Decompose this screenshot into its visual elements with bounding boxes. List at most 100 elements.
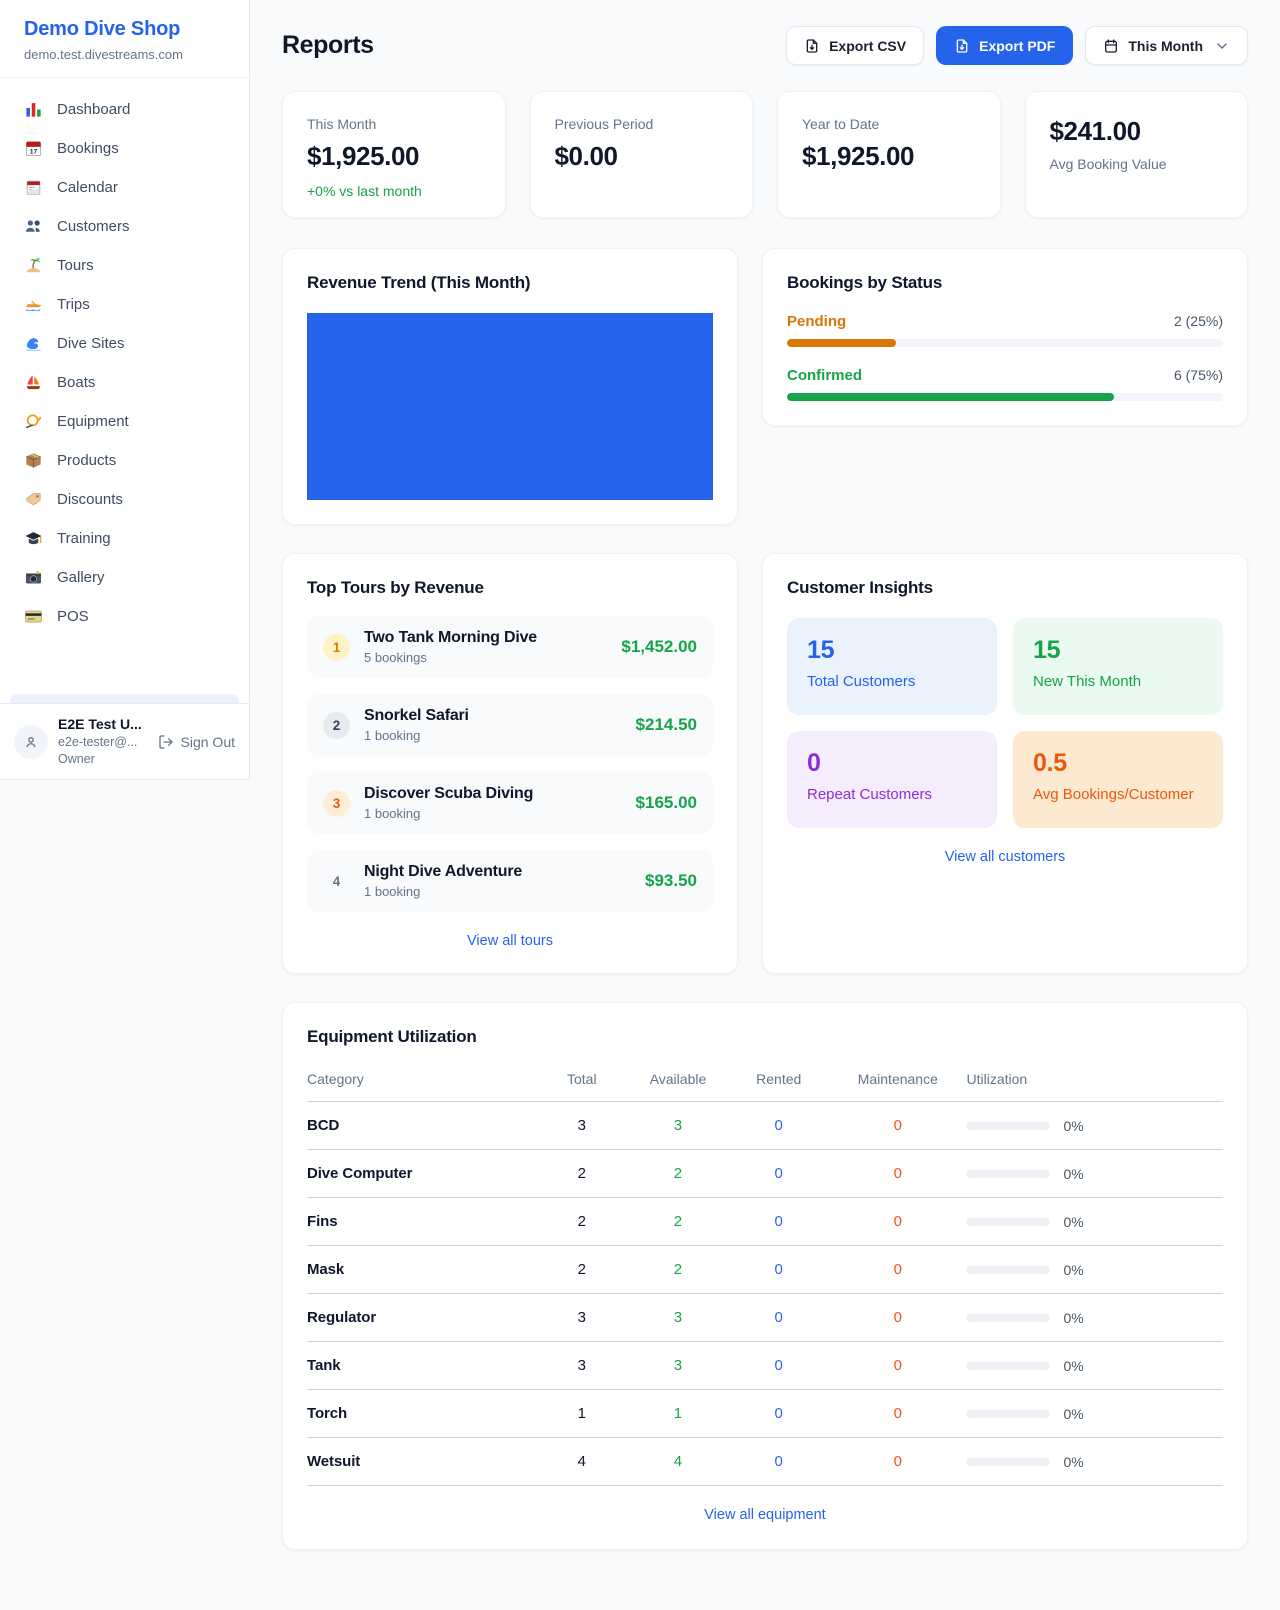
stat-label: Previous Period	[555, 116, 729, 132]
tour-list-item[interactable]: 4 Night Dive Adventure 1 booking $93.50	[307, 850, 713, 912]
revenue-trend-card: Revenue Trend (This Month)	[282, 248, 738, 525]
export-pdf-button[interactable]: Export PDF	[936, 26, 1073, 65]
equipment-category: BCD	[307, 1102, 536, 1150]
sidebar-nav: Dashboard 17 Bookings Calendar Customers…	[0, 78, 249, 703]
sidebar-item[interactable]: Dashboard	[10, 90, 239, 129]
equipment-category: Fins	[307, 1198, 536, 1246]
insight-value: 0	[807, 749, 977, 778]
equipment-total: 3	[536, 1342, 628, 1390]
stat-value: $241.00	[1050, 116, 1224, 147]
sidebar-item[interactable]: Trips	[10, 285, 239, 324]
insight-label: New This Month	[1033, 673, 1203, 690]
equipment-category: Tank	[307, 1342, 536, 1390]
tour-bookings: 1 booking	[364, 884, 631, 899]
tearoff-calendar-icon	[24, 178, 43, 197]
sidebar-item-label: Customers	[57, 218, 130, 235]
sidebar-item-reports-partial[interactable]	[10, 694, 239, 703]
equipment-maintenance: 0	[829, 1438, 966, 1486]
shop-domain: demo.test.divestreams.com	[24, 47, 225, 62]
sidebar-item-label: Discounts	[57, 491, 123, 508]
sidebar-item[interactable]: Products	[10, 441, 239, 480]
utilization-bar	[966, 1218, 1050, 1226]
tour-list-item[interactable]: 1 Two Tank Morning Dive 5 bookings $1,45…	[307, 616, 713, 678]
sidebar-item[interactable]: Tours	[10, 246, 239, 285]
view-all-customers-link[interactable]: View all customers	[787, 849, 1223, 865]
sidebar-item[interactable]: Customers	[10, 207, 239, 246]
rank-badge: 4	[323, 868, 350, 895]
sidebar-item-label: Dive Sites	[57, 335, 125, 352]
user-role: Owner	[58, 751, 148, 768]
sidebar-item[interactable]: Boats	[10, 363, 239, 402]
water-wave-icon	[24, 334, 43, 353]
view-all-equipment-link[interactable]: View all equipment	[307, 1507, 1223, 1523]
insight-value: 0.5	[1033, 749, 1203, 778]
utilization-bar	[966, 1314, 1050, 1322]
utilization-percent: 0%	[1063, 1454, 1083, 1470]
equipment-maintenance: 0	[829, 1246, 966, 1294]
col-total: Total	[536, 1059, 628, 1102]
equipment-available: 2	[628, 1198, 729, 1246]
equipment-maintenance: 0	[829, 1150, 966, 1198]
header-actions: Export CSV Export PDF This Month	[786, 26, 1248, 65]
view-all-tours-link[interactable]: View all tours	[307, 933, 713, 949]
stat-label: Avg Booking Value	[1050, 156, 1224, 172]
person-icon	[23, 734, 39, 750]
equipment-rented: 0	[728, 1438, 829, 1486]
equipment-rented: 0	[728, 1342, 829, 1390]
insight-tile: 15 New This Month	[1013, 618, 1223, 715]
insight-value: 15	[807, 636, 977, 665]
status-progress-fill	[787, 339, 896, 347]
rank-badge: 3	[323, 790, 350, 817]
equipment-available: 2	[628, 1246, 729, 1294]
equipment-maintenance: 0	[829, 1198, 966, 1246]
tour-name: Snorkel Safari	[364, 707, 622, 725]
speedboat-icon	[24, 295, 43, 314]
sidebar-item[interactable]: POS	[10, 597, 239, 636]
sidebar-item-label: Training	[57, 530, 111, 547]
utilization-bar	[966, 1170, 1050, 1178]
label-tag-icon	[24, 490, 43, 509]
equipment-available: 2	[628, 1150, 729, 1198]
sidebar-item[interactable]: 17 Bookings	[10, 129, 239, 168]
stat-card-avg-booking-value: $241.00 Avg Booking Value	[1025, 91, 1249, 218]
utilization-bar	[966, 1266, 1050, 1274]
avatar	[14, 725, 48, 759]
sidebar-item-label: Products	[57, 452, 116, 469]
sidebar-item-label: Bookings	[57, 140, 119, 157]
sidebar-item[interactable]: Training	[10, 519, 239, 558]
sidebar-item[interactable]: Equipment	[10, 402, 239, 441]
utilization-percent: 0%	[1063, 1166, 1083, 1182]
equipment-available: 3	[628, 1102, 729, 1150]
sidebar-item[interactable]: Discounts	[10, 480, 239, 519]
equipment-available: 3	[628, 1342, 729, 1390]
sidebar-user-footer: E2E Test U... e2e-tester@... Owner Sign …	[0, 703, 249, 779]
equipment-rented: 0	[728, 1102, 829, 1150]
export-csv-button[interactable]: Export CSV	[786, 26, 924, 65]
insight-label: Avg Bookings/Customer	[1033, 786, 1203, 803]
tour-bookings: 5 bookings	[364, 650, 607, 665]
equipment-total: 2	[536, 1198, 628, 1246]
main-content: Reports Export CSV Export PDF This Month…	[250, 0, 1280, 1594]
equipment-total: 2	[536, 1150, 628, 1198]
period-selector[interactable]: This Month	[1085, 26, 1248, 65]
utilization-bar	[966, 1122, 1050, 1130]
sidebar-item[interactable]: Calendar	[10, 168, 239, 207]
shop-name: Demo Dive Shop	[24, 18, 225, 41]
package-icon	[24, 451, 43, 470]
sign-out-button[interactable]: Sign Out	[158, 734, 235, 750]
tour-list-item[interactable]: 2 Snorkel Safari 1 booking $214.50	[307, 694, 713, 756]
sidebar-item[interactable]: Gallery	[10, 558, 239, 597]
status-count: 6 (75%)	[1174, 367, 1223, 383]
top-tours-title: Top Tours by Revenue	[307, 578, 713, 598]
equipment-category: Torch	[307, 1390, 536, 1438]
sidebar-header: Demo Dive Shop demo.test.divestreams.com	[0, 0, 249, 78]
insight-label: Repeat Customers	[807, 786, 977, 803]
equipment-table-row: Regulator 3 3 0 0 0%	[307, 1294, 1223, 1342]
equipment-category: Wetsuit	[307, 1438, 536, 1486]
sidebar-item[interactable]: Dive Sites	[10, 324, 239, 363]
equipment-table-row: Mask 2 2 0 0 0%	[307, 1246, 1223, 1294]
tour-list-item[interactable]: 3 Discover Scuba Diving 1 booking $165.0…	[307, 772, 713, 834]
status-row: Confirmed 6 (75%)	[787, 367, 1223, 401]
camera-icon	[24, 568, 43, 587]
graduation-cap-icon	[24, 529, 43, 548]
